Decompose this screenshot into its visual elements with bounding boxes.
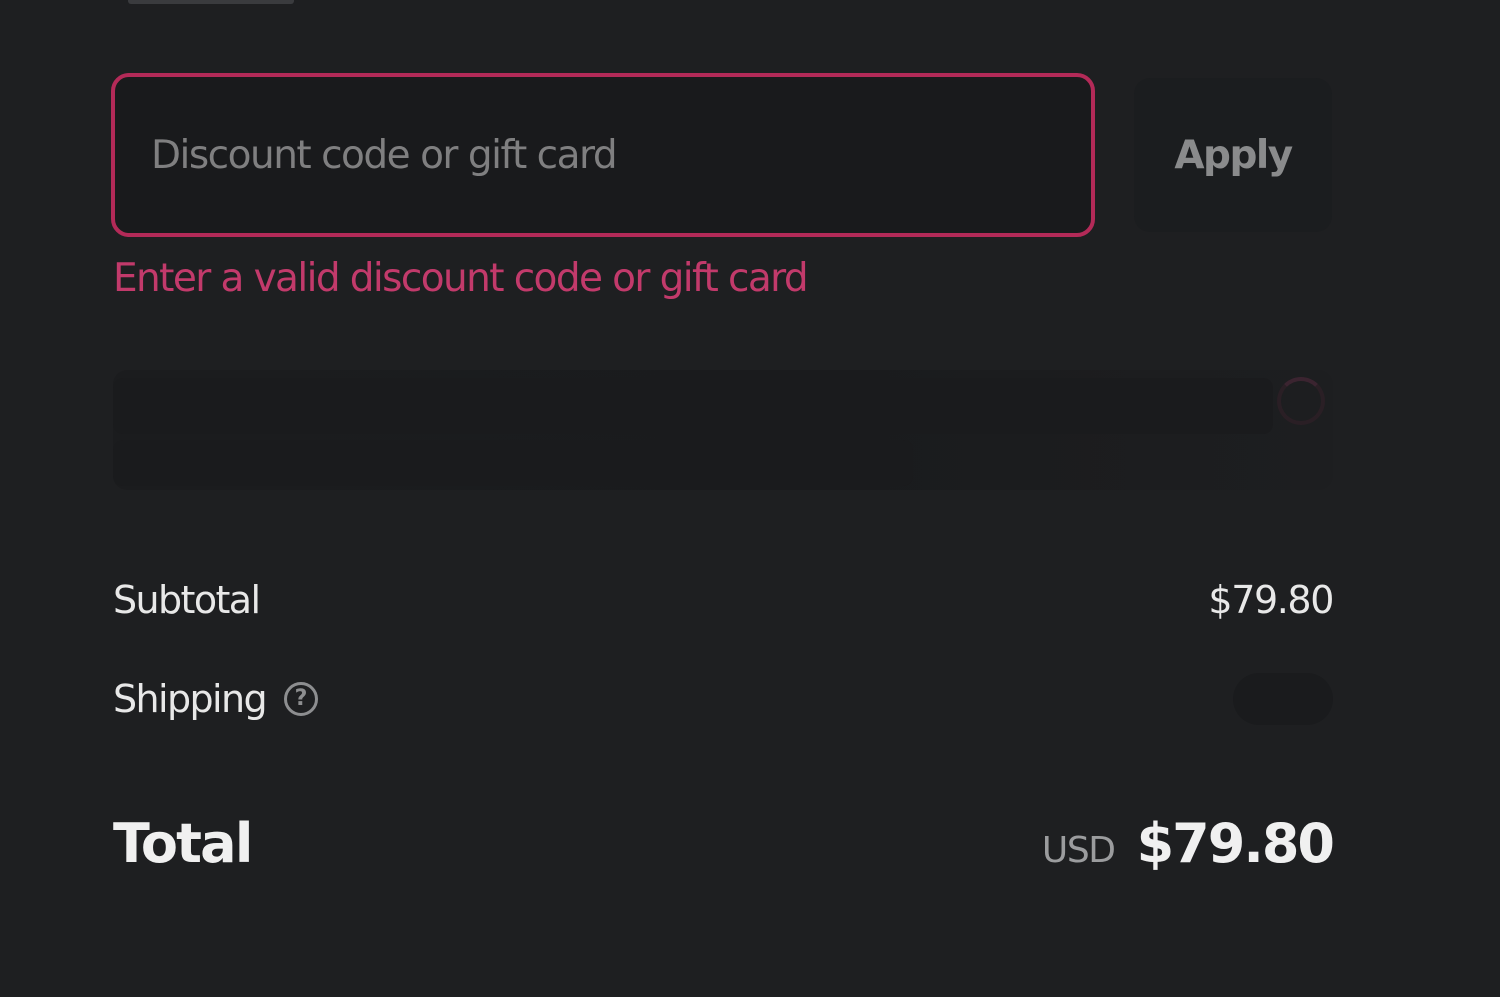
total-amount-group: USD $79.80 bbox=[1041, 811, 1335, 875]
total-label: Total bbox=[113, 811, 253, 875]
total-value: $79.80 bbox=[1136, 811, 1335, 875]
currency-code: USD bbox=[1041, 829, 1116, 871]
shipping-row: Shipping ? bbox=[113, 667, 1333, 731]
shipping-label: Shipping bbox=[113, 677, 268, 721]
loading-skeleton-line bbox=[113, 378, 1273, 434]
subtotal-value: $79.80 bbox=[1208, 578, 1334, 622]
shipping-value-loading bbox=[1233, 673, 1333, 725]
apply-button[interactable]: Apply bbox=[1134, 78, 1332, 232]
checkout-summary-panel: Apply Enter a valid discount code or gif… bbox=[0, 0, 1500, 997]
subtotal-label: Subtotal bbox=[113, 578, 261, 622]
loading-skeleton-line bbox=[113, 440, 913, 486]
discount-error-message: Enter a valid discount code or gift card bbox=[113, 256, 809, 301]
total-row: Total USD $79.80 bbox=[113, 805, 1335, 881]
loading-spinner-icon bbox=[1277, 377, 1325, 425]
subtotal-row: Subtotal $79.80 bbox=[113, 570, 1334, 630]
shipping-label-group: Shipping ? bbox=[113, 677, 318, 721]
cropped-element-top bbox=[128, 0, 294, 4]
question-circle-icon[interactable]: ? bbox=[283, 682, 318, 716]
discount-code-input[interactable] bbox=[111, 73, 1095, 237]
